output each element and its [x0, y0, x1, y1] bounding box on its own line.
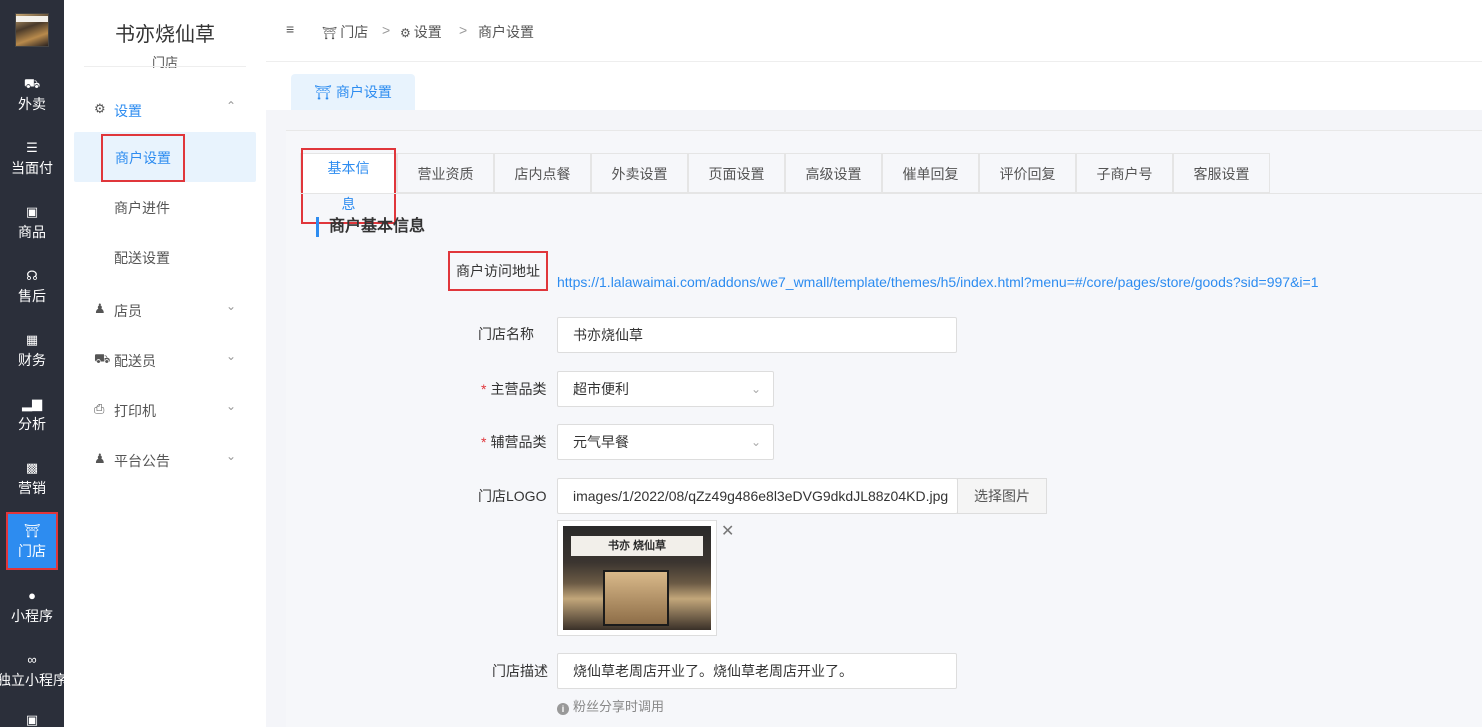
tab-dine-in[interactable]: 店内点餐	[494, 153, 591, 193]
rail-item-goods[interactable]: ▣ 商品	[0, 192, 64, 254]
chevron-down-icon: ⌄	[225, 349, 236, 363]
chevron-down-icon: ⌄	[750, 382, 761, 396]
tab-basic-info[interactable]: 基本信息	[300, 148, 397, 224]
sidebar-group-settings[interactable]: ⚙ 设置 ⌃	[74, 95, 256, 125]
courier-icon: ⛟	[94, 351, 111, 366]
gear-icon: ⚙	[400, 26, 411, 40]
tab-page-settings[interactable]: 页面设置	[688, 153, 785, 193]
logo-label: 门店LOGO	[478, 488, 547, 504]
sidebar-group-staff[interactable]: ♟ 店员 ⌄	[74, 295, 256, 325]
section-title: 商户基本信息	[316, 217, 425, 237]
main-category-select[interactable]: 超市便利 ⌄	[557, 371, 774, 407]
storefront-door	[603, 570, 669, 626]
rail-item-marketing[interactable]: ▩ 营销	[0, 448, 64, 510]
tab-business-license[interactable]: 营业资质	[397, 153, 494, 193]
store-url-link[interactable]: https://1.lalawaimai.com/addons/we7_wmal…	[557, 274, 1319, 290]
sidebar-group-printer[interactable]: ⎙ 打印机 ⌄	[74, 395, 256, 425]
store-icon: ⛩	[314, 84, 332, 100]
store-name-label: 门店名称	[478, 326, 534, 342]
sidebar-item-merchant-onboarding[interactable]: 商户进件	[74, 182, 256, 232]
rail-item-miniprogram[interactable]: ● 小程序	[0, 576, 64, 638]
tabs-divider	[300, 193, 1482, 194]
main-category-label: * 主营品类	[481, 381, 547, 397]
divider	[84, 66, 246, 67]
chevron-down-icon: ⌄	[225, 399, 236, 413]
headset-icon: ☊	[26, 268, 38, 283]
printer-icon: ⎙	[94, 401, 105, 416]
top-header: ≡ ⛩ 门店 > ⚙ 设置 > 商户设置	[266, 0, 1482, 62]
description-hint: i 粉丝分享时调用	[557, 696, 664, 715]
gear-icon: ⚙	[94, 101, 106, 116]
sidebar-group-courier[interactable]: ⛟ 配送员 ⌄	[74, 345, 256, 375]
chevron-down-icon: ⌄	[225, 449, 236, 463]
rail-item-store[interactable]: ⛩ 门店	[6, 512, 58, 570]
tab-review-reply[interactable]: 评价回复	[979, 153, 1076, 193]
left-icon-rail: ⛟ 外卖 ☰ 当面付 ▣ 商品 ☊ 售后 ▦ 财务 ▂▆ 分析 ▩ 营销 ⛩ 门…	[0, 0, 67, 727]
logo-path-input[interactable]: images/1/2022/08/qZz49g486e8l3eDVG9dkdJL…	[557, 478, 958, 514]
tab-reminder-reply[interactable]: 催单回复	[882, 153, 979, 193]
sub-category-label: * 辅营品类	[481, 434, 547, 450]
page-tab-strip: ⛩ 商户设置	[266, 62, 1482, 110]
bar-chart-icon: ▂▆	[22, 396, 42, 411]
bag-icon: ▣	[25, 712, 39, 727]
description-input[interactable]: 烧仙草老周店开业了。烧仙草老周店开业了。	[557, 653, 957, 689]
page-tab-merchant-settings[interactable]: ⛩ 商户设置	[291, 74, 415, 110]
store-icon: ⛩	[322, 26, 338, 40]
url-label: 商户访问地址	[448, 251, 548, 291]
store-icon: ⛩	[23, 523, 41, 538]
sidebar-item-merchant-settings[interactable]: 商户设置	[74, 132, 256, 182]
store-label: 门店	[151, 55, 178, 70]
content-card: 基本信息 营业资质 店内点餐 外卖设置 页面设置 高级设置 催单回复 评价回复 …	[286, 130, 1482, 727]
gift-icon: ▩	[25, 460, 39, 475]
chevron-up-icon: ⌃	[225, 99, 236, 113]
app-logo[interactable]	[15, 13, 49, 47]
breadcrumb-separator: >	[459, 22, 468, 38]
chevron-down-icon: ⌄	[225, 299, 236, 313]
rail-item-analysis[interactable]: ▂▆ 分析	[0, 384, 64, 446]
breadcrumb-store[interactable]: ⛩ 门店	[322, 22, 368, 42]
list-icon: ☰	[26, 140, 38, 155]
rail-item-pay[interactable]: ☰ 当面付	[0, 128, 64, 190]
link-icon: ∞	[27, 652, 37, 667]
breadcrumb-settings[interactable]: ⚙ 设置	[400, 22, 442, 42]
breadcrumb-current: 商户设置	[478, 24, 534, 40]
tab-customer-service[interactable]: 客服设置	[1173, 153, 1270, 193]
logo-preview: 书亦 烧仙草	[557, 520, 717, 636]
truck-icon: ⛟	[23, 76, 41, 91]
collapse-menu-icon[interactable]: ≡	[286, 21, 294, 37]
store-photo: 书亦 烧仙草	[563, 526, 711, 630]
box-icon: ▣	[25, 204, 39, 219]
rail-item-more[interactable]: ▣	[0, 704, 64, 727]
remove-image-icon[interactable]: ✕	[721, 521, 734, 541]
info-icon: i	[557, 703, 569, 715]
sidebar-group-announcement[interactable]: ♟ 平台公告 ⌄	[74, 445, 256, 475]
rail-item-waimai[interactable]: ⛟ 外卖	[0, 64, 64, 126]
wechat-icon: ●	[28, 588, 36, 603]
chevron-down-icon: ⌄	[750, 435, 761, 449]
rail-item-aftersale[interactable]: ☊ 售后	[0, 256, 64, 318]
tab-takeout-settings[interactable]: 外卖设置	[591, 153, 688, 193]
tab-sub-merchant[interactable]: 子商户号	[1076, 153, 1173, 193]
store-name-input[interactable]: 书亦烧仙草	[557, 317, 957, 353]
announcement-icon: ♟	[94, 451, 106, 466]
tab-advanced-settings[interactable]: 高级设置	[785, 153, 882, 193]
rail-item-finance[interactable]: ▦ 财务	[0, 320, 64, 382]
breadcrumb-separator: >	[382, 22, 391, 38]
rail-item-standalone-miniprogram[interactable]: ∞ 独立小程序	[0, 640, 67, 702]
store-sign: 书亦 烧仙草	[571, 536, 703, 556]
staff-icon: ♟	[94, 301, 106, 316]
secondary-sidebar: 书亦烧仙草 门店 ⚙ 设置 ⌃ 商户设置 商户进件 配送设置 ♟ 店员 ⌄ ⛟ …	[64, 0, 266, 727]
sidebar-item-delivery-settings[interactable]: 配送设置	[74, 232, 256, 282]
sub-category-select[interactable]: 元气早餐 ⌄	[557, 424, 774, 460]
description-label: 门店描述	[492, 663, 548, 679]
choose-image-button[interactable]: 选择图片	[957, 478, 1047, 514]
ledger-icon: ▦	[25, 332, 39, 347]
store-name: 书亦烧仙草	[115, 24, 215, 46]
